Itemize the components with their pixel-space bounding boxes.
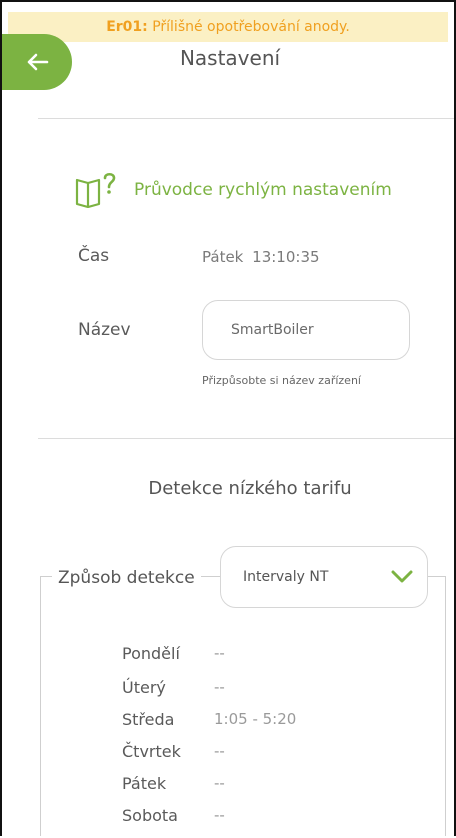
page-title: Nastavení <box>179 46 281 70</box>
quick-setup-guide-label: Průvodce rychlým nastavením <box>134 180 392 200</box>
error-banner[interactable]: Er01: Přílišné opotřebování anody. <box>8 12 448 42</box>
day-row-tuesday: Úterý -- <box>122 678 225 697</box>
day-name: Sobota <box>122 806 178 825</box>
day-name: Pondělí <box>122 644 180 663</box>
chevron-down-icon <box>391 570 413 583</box>
time-label: Čas <box>78 246 110 266</box>
day-row-wednesday: Středa 1:05 - 5:20 <box>122 710 296 729</box>
detection-group <box>40 576 446 836</box>
day-name: Pátek <box>122 774 167 793</box>
error-code: Er01: <box>106 19 148 35</box>
day-time: -- <box>214 742 225 760</box>
app-screen: Er01: Přílišné opotřebování anody. Nasta… <box>0 0 456 836</box>
day-name: Čtvrtek <box>122 742 181 761</box>
name-hint: Přizpůsobte si název zařízení <box>202 374 361 387</box>
day-time: -- <box>214 774 225 792</box>
day-row-saturday: Sobota -- <box>122 806 225 825</box>
name-label: Název <box>78 320 131 340</box>
time-day: Pátek <box>202 248 244 266</box>
day-row-friday: Pátek -- <box>122 774 225 793</box>
day-name: Středa <box>122 710 175 729</box>
time-value: Pátek 13:10:35 <box>202 248 320 266</box>
error-message: Přílišné opotřebování anody. <box>152 19 350 35</box>
day-time: 1:05 - 5:20 <box>214 710 297 728</box>
day-time: -- <box>214 644 225 662</box>
day-row-monday: Pondělí -- <box>122 644 225 663</box>
book-question-icon <box>75 172 116 208</box>
day-row-thursday: Čtvrtek -- <box>122 742 225 761</box>
tariff-section-title: Detekce nízkého tarifu <box>148 478 352 499</box>
divider <box>38 438 454 439</box>
detection-method-label: Způsob detekce <box>52 568 201 588</box>
time-clock: 13:10:35 <box>252 248 320 266</box>
day-time: -- <box>214 806 225 824</box>
day-time: -- <box>214 678 225 696</box>
quick-setup-guide-link[interactable]: Průvodce rychlým nastavením <box>74 172 392 208</box>
detection-method-select[interactable]: Intervaly NT <box>220 546 428 608</box>
day-name: Úterý <box>122 678 166 697</box>
device-name-input[interactable] <box>202 300 410 360</box>
divider <box>38 118 454 119</box>
detection-method-value: Intervaly NT <box>243 569 329 585</box>
